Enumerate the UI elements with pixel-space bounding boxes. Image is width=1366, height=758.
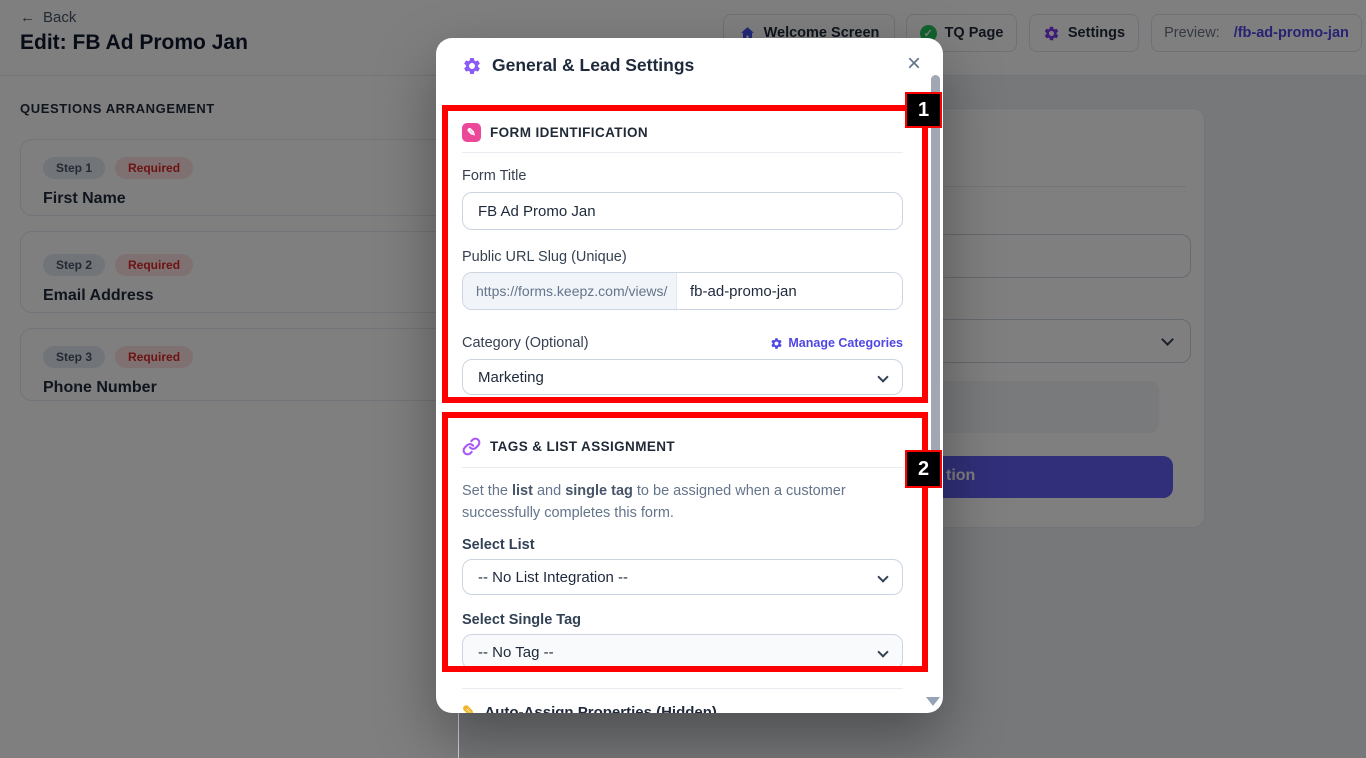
list-select-value: -- No List Integration -- bbox=[478, 569, 628, 586]
tag-select[interactable]: -- No Tag -- bbox=[462, 634, 903, 670]
pencil-icon: ✎ bbox=[462, 702, 475, 713]
category-select[interactable]: Marketing bbox=[462, 359, 903, 395]
gear-icon bbox=[770, 337, 783, 350]
section-divider bbox=[462, 467, 903, 468]
manage-categories-link[interactable]: Manage Categories bbox=[770, 336, 903, 350]
slug-input[interactable] bbox=[677, 273, 902, 309]
section-divider bbox=[462, 152, 903, 153]
annotation-label-1: 1 bbox=[905, 92, 942, 128]
modal-title: General & Lead Settings bbox=[492, 55, 694, 76]
list-select[interactable]: -- No List Integration -- bbox=[462, 559, 903, 595]
category-label: Category (Optional) bbox=[462, 335, 589, 351]
tags-description: Set the list and single tag to be assign… bbox=[462, 480, 876, 525]
auto-assign-section-header: ✎ Auto-Assign Properties (Hidden) bbox=[462, 702, 717, 713]
scroll-down-arrow-icon[interactable] bbox=[926, 697, 940, 706]
close-icon[interactable]: × bbox=[907, 52, 921, 76]
form-identification-heading: FORM IDENTIFICATION bbox=[490, 125, 648, 140]
section-divider bbox=[462, 688, 903, 689]
slug-prefix: https://forms.keepz.com/views/ bbox=[463, 273, 677, 309]
category-select-value: Marketing bbox=[478, 369, 544, 386]
general-lead-settings-modal: General & Lead Settings × ✎ FORM IDENTIF… bbox=[436, 38, 943, 713]
manage-categories-label: Manage Categories bbox=[788, 336, 903, 350]
auto-assign-label: Auto-Assign Properties (Hidden) bbox=[484, 704, 717, 714]
tags-list-heading: TAGS & LIST ASSIGNMENT bbox=[490, 439, 675, 454]
gear-icon bbox=[462, 56, 482, 76]
form-title-label: Form Title bbox=[462, 168, 526, 184]
chevron-down-icon bbox=[877, 371, 888, 382]
form-editor-page: ← Back Edit: FB Ad Promo Jan Welcome Scr… bbox=[0, 0, 1366, 758]
panel-edge-line bbox=[458, 713, 459, 758]
link-icon bbox=[462, 437, 481, 456]
slug-input-group: https://forms.keepz.com/views/ bbox=[462, 272, 903, 310]
pencil-icon: ✎ bbox=[462, 123, 481, 142]
select-tag-label: Select Single Tag bbox=[462, 612, 581, 628]
chevron-down-icon bbox=[877, 571, 888, 582]
tag-select-value: -- No Tag -- bbox=[478, 644, 554, 661]
chevron-down-icon bbox=[877, 646, 888, 657]
select-list-label: Select List bbox=[462, 537, 535, 553]
modal-scrollbar-thumb[interactable] bbox=[931, 75, 940, 462]
annotation-label-2: 2 bbox=[905, 450, 942, 488]
form-title-input[interactable] bbox=[462, 192, 903, 230]
slug-label: Public URL Slug (Unique) bbox=[462, 249, 627, 265]
